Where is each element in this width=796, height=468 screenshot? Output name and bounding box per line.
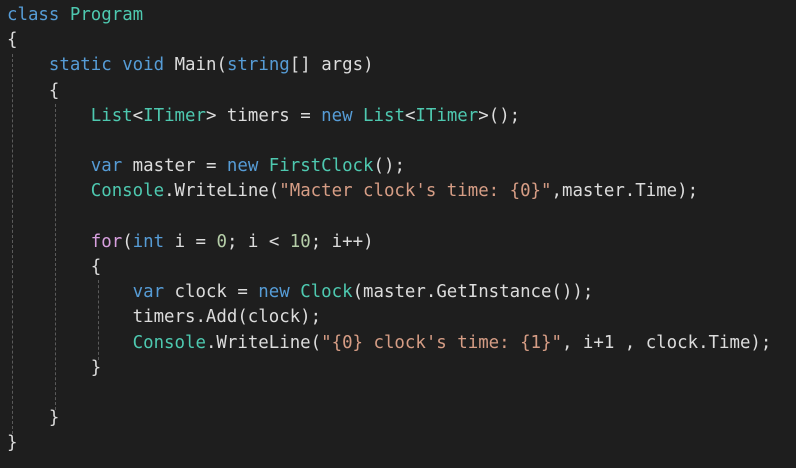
code-token: class [7, 5, 60, 25]
code-token: . [164, 181, 175, 202]
code-token: (master.GetInstance()); [352, 282, 594, 303]
code-token: Program [69, 5, 144, 25]
code-token: "Macter clock's time: {0}" [279, 181, 552, 202]
code-token: static [48, 55, 112, 76]
code-line-12[interactable]: var clock = new Clock(master.GetInstance… [7, 280, 594, 305]
code-token: } [7, 433, 18, 454]
code-line-4[interactable]: { [7, 79, 59, 104]
code-line-14[interactable]: Console.WriteLine("{0} clock's time: {1}… [7, 331, 772, 356]
code-token: } [7, 357, 102, 378]
code-token: List [363, 105, 405, 126]
code-token: FirstClock [268, 156, 374, 177]
code-token: "{0} clock's time: {1}" [321, 332, 562, 353]
code-line-18[interactable]: } [7, 431, 17, 456]
code-line-13[interactable]: timers.Add(clock); [7, 305, 321, 330]
code-token: < [404, 105, 416, 126]
code-token: 0 [216, 231, 227, 252]
code-token: WriteLine [174, 181, 269, 202]
code-token: > timers = [205, 105, 322, 126]
code-token: { [7, 257, 102, 277]
code-token: ,master.Time); [551, 181, 699, 202]
code-token: (); [373, 156, 405, 177]
code-token: Main [174, 55, 217, 76]
code-token: } [7, 408, 60, 429]
code-token: master = [122, 156, 227, 177]
code-line-2[interactable]: { [7, 28, 17, 53]
code-token: for [90, 231, 123, 252]
code-line-11[interactable]: { [7, 255, 101, 280]
code-token: int [132, 231, 165, 252]
code-token: { [7, 30, 18, 51]
code-token: timers.Add(clock); [7, 307, 322, 328]
code-token: i = [164, 231, 217, 252]
code-token: var [90, 156, 123, 177]
code-token: ( [310, 332, 322, 353]
code-line-3[interactable]: static void Main(string[] args) [7, 53, 374, 78]
code-line-17[interactable]: } [7, 406, 59, 431]
code-token: ; i < [226, 231, 290, 252]
code-line-7[interactable]: var master = new FirstClock(); [7, 154, 405, 179]
code-token: [] args) [289, 55, 374, 76]
code-token: 10 [289, 231, 311, 252]
code-token: >(); [478, 105, 521, 126]
code-line-1[interactable]: class Program [7, 3, 143, 28]
code-token: void [122, 55, 165, 76]
code-token: Console [90, 181, 165, 202]
code-token: string [226, 55, 290, 76]
code-token: . [205, 332, 217, 353]
code-token: Clock [300, 282, 353, 303]
code-token: new [258, 282, 290, 303]
code-token: ( [122, 231, 133, 252]
code-line-5[interactable]: List<ITimer> timers = new List<ITimer>()… [7, 104, 520, 129]
code-token: ( [216, 55, 227, 76]
code-token: clock = [164, 282, 259, 303]
code-token: ITimer [415, 105, 479, 126]
code-token: ( [268, 181, 280, 202]
code-token: ITimer [143, 105, 206, 126]
code-token: List [90, 105, 133, 126]
code-token: WriteLine [216, 332, 311, 353]
code-token: ; i++) [310, 231, 374, 252]
code-token: new [226, 156, 259, 177]
code-line-8[interactable]: Console.WriteLine("Macter clock's time: … [7, 179, 698, 204]
code-token: Console [132, 332, 206, 353]
code-line-10[interactable]: for(int i = 0; i < 10; i++) [7, 230, 374, 255]
code-token: new [321, 105, 353, 126]
code-line-15[interactable]: } [7, 356, 101, 381]
code-editor[interactable]: class Program{ static void Main(string[]… [0, 0, 796, 468]
code-token: var [132, 282, 165, 303]
code-token: , i+1 , clock.Time); [561, 332, 772, 353]
code-token: { [7, 80, 60, 101]
code-token: < [132, 105, 144, 126]
